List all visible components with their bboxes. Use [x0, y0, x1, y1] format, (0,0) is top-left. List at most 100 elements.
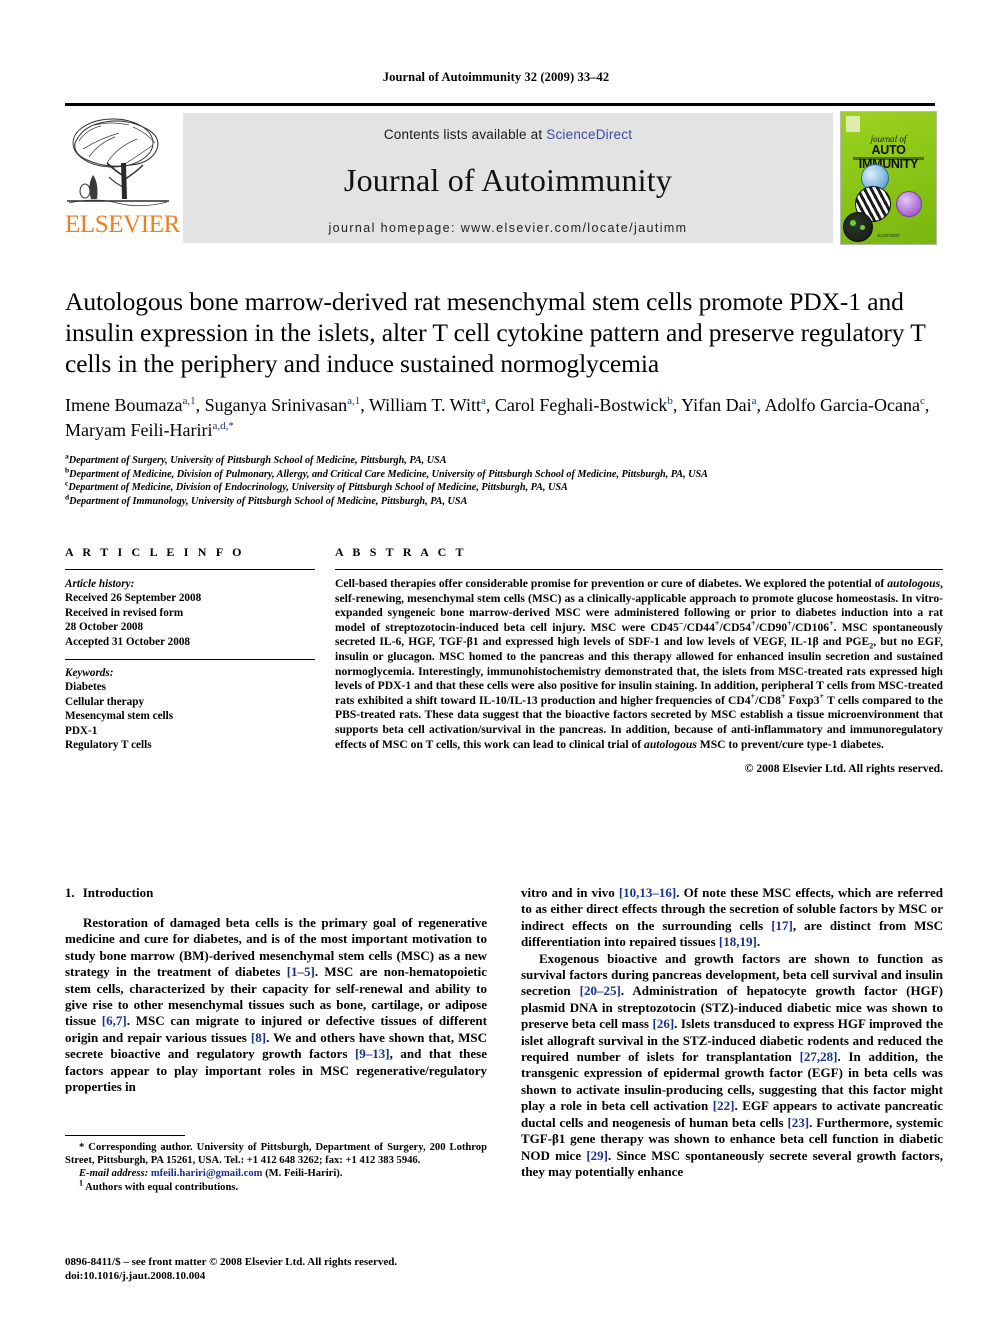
abstract-copyright: © 2008 Elsevier Ltd. All rights reserved… [744, 762, 943, 776]
journal-cover-thumbnail: journal of AUTO IMMUNITY ELSEVIER [840, 111, 937, 245]
email-owner: (M. Feili-Hariri). [265, 1168, 343, 1180]
affiliation-item: dDepartment of Immunology, University of… [65, 493, 943, 509]
abstract-heading: A B S T R A C T [335, 545, 467, 559]
corresponding-author-note: * Corresponding author. University of Pi… [65, 1142, 487, 1167]
keywords-label: Keywords: [65, 667, 114, 680]
citation-ref[interactable]: [17] [771, 918, 793, 933]
author-name: Carol Feghali-Bostwick [494, 395, 668, 415]
divider [335, 569, 943, 570]
paragraph: vitro and in vivo [10,13–16]. Of note th… [521, 885, 944, 950]
journal-homepage-link[interactable]: journal homepage: www.elsevier.com/locat… [183, 221, 833, 235]
citation-ref[interactable]: [9–13] [355, 1046, 390, 1061]
author-affiliation-marks: a,d,* [212, 420, 234, 432]
cover-elsevier-mark-icon [846, 116, 860, 132]
article-first-page: Journal of Autoimmunity 32 (2009) 33–42 [0, 0, 992, 1323]
author-entry: Carol Feghali-Bostwickb, [494, 395, 682, 415]
article-history-item: Received 26 September 2008 [65, 592, 202, 605]
author-entry: William T. Witta, [368, 395, 495, 415]
author-name: Yifan Dai [681, 395, 752, 415]
info-and-abstract-section: A R T I C L E I N F O Article history: R… [65, 545, 943, 775]
email-label: E-mail address: [79, 1168, 149, 1180]
section-title: Introduction [82, 885, 154, 900]
footnote-mark: 1 [79, 1178, 83, 1188]
citation-ref[interactable]: [27,28] [800, 1049, 838, 1064]
author-entry: Adolfo Garcia-Ocanac, [764, 395, 930, 415]
citation-ref[interactable]: [6,7] [102, 1013, 127, 1028]
affiliation-item: cDepartment of Medicine, Division of End… [65, 480, 943, 495]
cover-subtitle-bar [853, 157, 924, 160]
email-address-link[interactable]: mfeili.hariri@gmail.com [151, 1168, 263, 1179]
keyword-item: PDX-1 [65, 724, 98, 737]
equal-contribution-note: 1 Authors with equal contributions. [65, 1178, 487, 1194]
author-name: Suganya Srinivasan [204, 395, 348, 415]
keyword-item: Diabetes [65, 681, 107, 694]
issn-front-matter: 0896-8411/$ – see front matter © 2008 El… [65, 1256, 398, 1268]
journal-title: Journal of Autoimmunity [343, 162, 673, 198]
body-column-right: vitro and in vivo [10,13–16]. Of note th… [521, 885, 943, 1180]
article-title: Autologous bone marrow-derived rat mesen… [65, 287, 926, 378]
author-entry: Maryam Feili-Hariria,d,* [65, 420, 234, 440]
doi[interactable]: doi:10.1016/j.jaut.2008.10.004 [65, 1269, 495, 1283]
email-note: E-mail address: mfeili.hariri@gmail.com … [65, 1167, 487, 1180]
citation-ref[interactable]: [26] [653, 1016, 675, 1031]
author-affiliation-marks: a,1 [182, 395, 196, 407]
keyword-item: Cellular therapy [65, 695, 145, 708]
cover-cell-nucleus-dot-icon [860, 225, 865, 230]
equal-contribution-text: Authors with equal contributions. [85, 1181, 239, 1193]
divider [65, 569, 315, 570]
article-history-label: Article history: [65, 578, 135, 590]
citation-ref[interactable]: [8] [251, 1030, 266, 1045]
author-name: Imene Boumaza [65, 395, 183, 415]
author-list: Imene Boumazaa,1, Suganya Srinivasana,1,… [65, 393, 943, 443]
title-block: Autologous bone marrow-derived rat mesen… [65, 286, 943, 508]
contents-lists-line: Contents lists available at ScienceDirec… [183, 113, 833, 142]
running-head: Journal of Autoimmunity 32 (2009) 33–42 [382, 70, 610, 84]
affiliation-text: Department of Medicine, Division of Pulm… [69, 468, 708, 480]
citation-ref[interactable]: [23] [787, 1115, 809, 1130]
affiliation-text: Department of Medicine, Division of Endo… [68, 482, 568, 494]
citation-ref[interactable]: [22] [713, 1098, 735, 1113]
affiliation-list: aDepartment of Surgery, University of Pi… [65, 452, 943, 509]
citation-ref[interactable]: [18,19] [719, 934, 757, 949]
abstract-text: Cell-based therapies offer considerable … [335, 577, 943, 751]
affiliation-text: Department of Immunology, University of … [69, 495, 468, 507]
paragraph: Exogenous bioactive and growth factors a… [521, 950, 944, 1179]
affiliation-item: aDepartment of Surgery, University of Pi… [65, 452, 943, 468]
author-entry: Yifan Daia, [681, 395, 765, 415]
author-name: Adolfo Garcia-Ocana [764, 395, 920, 415]
article-info-heading: A R T I C L E I N F O [65, 545, 245, 559]
keyword-item: Regulatory T cells [65, 739, 152, 752]
cover-footer-label: ELSEVIER [877, 233, 900, 238]
author-name: Maryam Feili-Hariri [65, 420, 213, 440]
article-history-item: Accepted 31 October 2008 [65, 635, 191, 648]
author-affiliation-marks: a,1 [347, 395, 361, 407]
footnote-divider [65, 1135, 185, 1136]
elsevier-logo: ELSEVIER [65, 113, 180, 243]
affiliation-text: Department of Surgery, University of Pit… [68, 455, 447, 466]
elsevier-tree-icon [67, 118, 169, 207]
section-number: 1. [65, 885, 75, 900]
imprint-block: 0896-8411/$ – see front matter © 2008 El… [65, 1255, 495, 1283]
contents-prefix: Contents lists available at [383, 127, 547, 142]
author-entry: Imene Boumazaa,1, [65, 395, 205, 415]
citation-ref[interactable]: [1–5] [287, 964, 315, 979]
journal-masthead: ELSEVIER Contents lists available at Sci… [65, 103, 937, 245]
citation-ref[interactable]: [20–25] [580, 983, 621, 998]
article-info-column: A R T I C L E I N F O Article history: R… [65, 545, 315, 775]
article-history-item: 28 October 2008 [65, 621, 144, 634]
cover-cell-nucleus-dot-icon [850, 220, 856, 226]
keyword-item: Mesencymal stem cells [65, 710, 174, 723]
affiliation-item: bDepartment of Medicine, Division of Pul… [65, 466, 943, 482]
divider [65, 659, 315, 661]
article-history-item: Received in revised form [65, 606, 184, 619]
author-name: William T. Witt [368, 395, 481, 415]
elsevier-wordmark: ELSEVIER [65, 211, 180, 238]
citation-ref[interactable]: [29] [586, 1148, 608, 1163]
paragraph: Restoration of damaged beta cells is the… [65, 915, 488, 1095]
cover-cell-image-purple-icon [896, 191, 922, 217]
section-heading-introduction: 1. Introduction [65, 885, 487, 901]
citation-ref[interactable]: [10,13–16] [619, 885, 676, 900]
sciencedirect-link[interactable]: ScienceDirect [546, 127, 632, 142]
abstract-column: A B S T R A C T Cell-based therapies off… [335, 545, 943, 775]
footnotes-block: * Corresponding author. University of Pi… [65, 1135, 487, 1194]
